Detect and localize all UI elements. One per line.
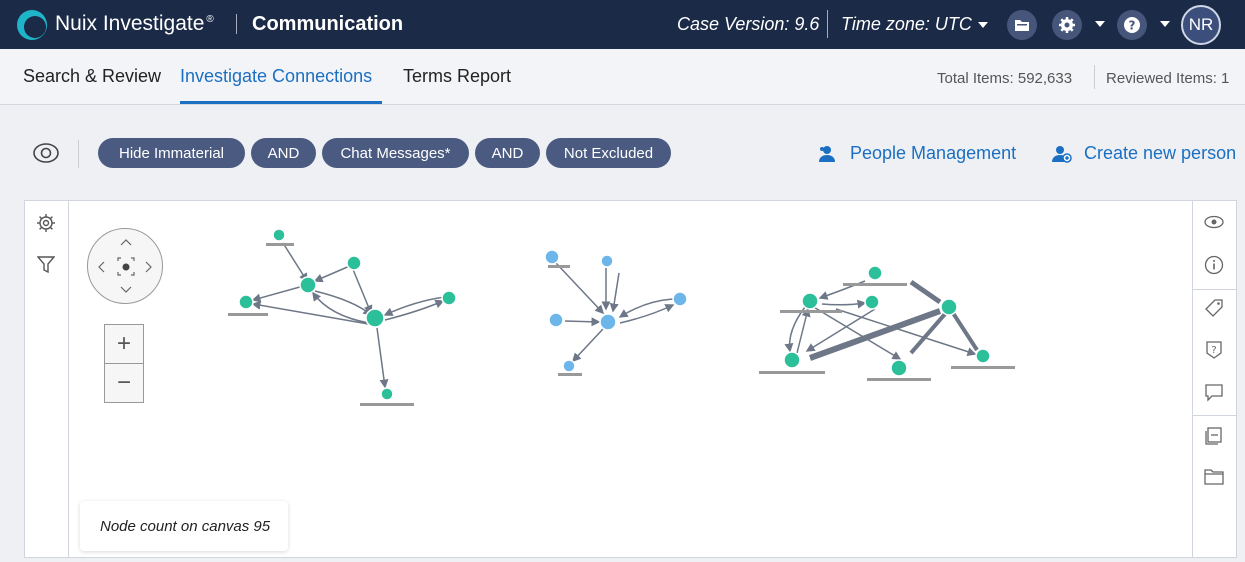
folder-icon	[1015, 20, 1029, 31]
reviewed-items: Reviewed Items: 1	[1106, 70, 1230, 87]
filter-chip-chat-messages[interactable]: Chat Messages*	[322, 138, 469, 168]
right-tool-rail: ?	[1192, 201, 1236, 557]
people-management-link[interactable]: People Management	[818, 143, 1016, 164]
info-icon	[1204, 255, 1224, 275]
user-avatar[interactable]: NR	[1181, 5, 1221, 45]
add-person-icon	[1052, 145, 1072, 163]
header-divider	[827, 10, 828, 38]
tab-search-review[interactable]: Search & Review	[23, 66, 161, 87]
active-tab-indicator	[180, 101, 382, 104]
copy-button[interactable]	[1203, 424, 1225, 446]
filter-chip-not-excluded[interactable]: Not Excluded	[546, 138, 671, 168]
cluster-1-nodes	[228, 228, 457, 406]
svg-text:?: ?	[1211, 345, 1216, 356]
stats-divider	[1094, 65, 1095, 89]
info-button[interactable]	[1203, 254, 1225, 276]
tab-terms-report[interactable]: Terms Report	[403, 66, 511, 87]
filter-chip-hide-immaterial[interactable]: Hide Immaterial	[98, 138, 245, 168]
filter-chip-operator-and[interactable]: AND	[475, 138, 540, 168]
time-zone-selector[interactable]: Time zone: UTC	[841, 14, 988, 35]
chevron-down-icon	[977, 22, 988, 29]
eye-icon	[33, 143, 59, 163]
app-title: Communication	[252, 13, 404, 35]
folder-icon	[1204, 469, 1224, 485]
create-new-person-link[interactable]: Create new person	[1052, 143, 1236, 164]
chevron-down-icon[interactable]	[1095, 21, 1105, 27]
folder-button[interactable]	[1203, 466, 1225, 488]
filter-divider	[78, 140, 79, 168]
tab-bar: Search & Review Investigate Connections …	[0, 49, 1245, 105]
eye-icon	[1204, 215, 1224, 229]
rail-divider	[1193, 289, 1236, 290]
people-icon	[819, 145, 835, 162]
header-divider	[236, 14, 237, 34]
rail-divider	[1193, 415, 1236, 416]
cluster-2-nodes	[544, 249, 688, 376]
tag-button[interactable]	[1203, 297, 1225, 319]
tab-investigate-connections[interactable]: Investigate Connections	[180, 66, 372, 87]
top-bar: Nuix Investigate ® Communication Case Ver…	[0, 0, 1245, 49]
case-version: Case Version: 9.6	[677, 14, 820, 34]
filter-bar: Hide Immaterial AND Chat Messages* AND N…	[0, 106, 1245, 200]
filter-chip-operator-and[interactable]: AND	[251, 138, 316, 168]
cluster-3-nodes	[759, 265, 1015, 381]
tag-icon	[1205, 299, 1223, 317]
gear-icon	[1059, 17, 1075, 33]
nuix-logo-icon	[17, 10, 47, 40]
folder-button[interactable]	[1007, 10, 1037, 40]
settings-button[interactable]	[1052, 10, 1082, 40]
svg-text:?: ?	[1129, 19, 1136, 33]
visibility-toggle-button[interactable]	[33, 142, 59, 169]
comment-icon	[1205, 384, 1223, 402]
cluster-3-edges	[784, 279, 979, 361]
node-count-label: Node count on canvas 95	[80, 501, 288, 551]
hint-button[interactable]: ?	[1203, 339, 1225, 361]
comment-button[interactable]	[1203, 381, 1225, 403]
view-button[interactable]	[1203, 211, 1225, 233]
chevron-down-icon[interactable]	[1160, 21, 1170, 27]
cluster-2-edges	[555, 262, 675, 363]
shield-question-icon: ?	[1206, 341, 1222, 359]
help-button[interactable]: ?	[1117, 10, 1147, 40]
graph-canvas[interactable]: + − Node count on canvas 95 ?	[24, 200, 1237, 558]
brand-name: Nuix Investigate ®	[55, 12, 214, 35]
total-items: Total Items: 592,633	[937, 70, 1073, 87]
copy-icon	[1205, 427, 1222, 445]
help-icon: ?	[1124, 17, 1140, 33]
